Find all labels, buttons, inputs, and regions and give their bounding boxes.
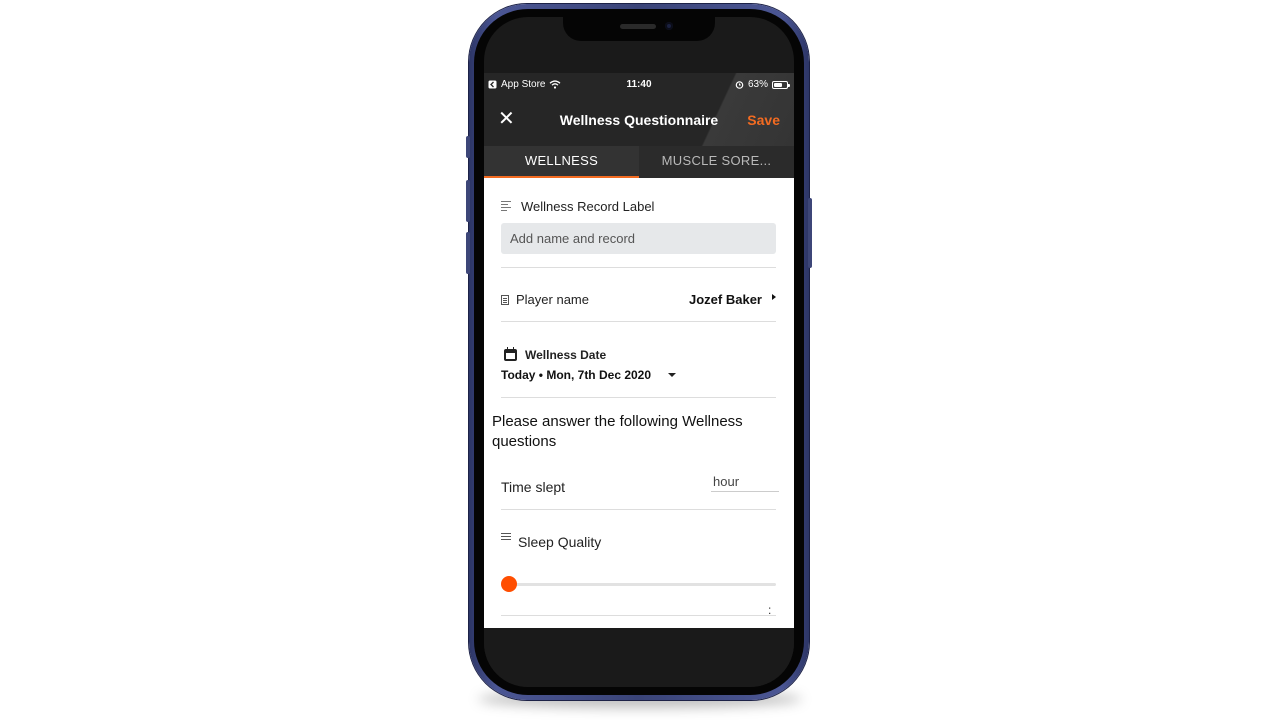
sleep-quality-slider-track[interactable] bbox=[501, 583, 776, 586]
wellness-date-value[interactable]: Today • Mon, 7th Dec 2020 bbox=[501, 368, 651, 382]
divider bbox=[501, 267, 776, 268]
tab-bar: WELLNESS MUSCLE SORE... bbox=[484, 146, 794, 178]
time-slept-input[interactable]: hour bbox=[711, 474, 779, 492]
player-name-value[interactable]: Jozef Baker bbox=[689, 292, 762, 307]
alarm-icon bbox=[735, 81, 744, 89]
player-name-label: Player name bbox=[516, 292, 589, 307]
calendar-icon bbox=[504, 347, 517, 361]
save-button[interactable]: Save bbox=[747, 112, 780, 128]
time-slept-label: Time slept bbox=[501, 479, 566, 495]
notch bbox=[563, 17, 715, 41]
wellness-date-label: Wellness Date bbox=[525, 348, 607, 362]
record-label: Wellness Record Label bbox=[521, 199, 655, 214]
chevron-right-icon[interactable] bbox=[772, 294, 776, 300]
caret-down-icon[interactable] bbox=[668, 373, 676, 377]
sleep-quality-slider-thumb[interactable] bbox=[501, 576, 517, 592]
divider bbox=[501, 509, 776, 510]
divider bbox=[501, 397, 776, 398]
phone-screen: App Store 11:40 63% ✕ Wellness Questionn… bbox=[484, 17, 794, 687]
side-button-power bbox=[808, 198, 812, 268]
battery-icon bbox=[772, 80, 790, 89]
front-camera bbox=[665, 22, 673, 30]
speaker bbox=[620, 24, 656, 29]
status-bar: App Store 11:40 63% bbox=[484, 73, 794, 95]
questions-prompt: Please answer the following Wellness que… bbox=[492, 413, 743, 450]
divider bbox=[501, 321, 776, 322]
side-button-volume-down bbox=[466, 232, 470, 274]
side-button-mute bbox=[466, 136, 470, 158]
side-button-volume-up bbox=[466, 180, 470, 222]
tab-wellness[interactable]: WELLNESS bbox=[484, 146, 639, 178]
title-bar: ✕ Wellness Questionnaire Save bbox=[484, 103, 794, 137]
record-name-input[interactable]: Add name and record bbox=[501, 223, 776, 254]
battery-percent: 63% bbox=[747, 79, 768, 90]
text-lines-icon bbox=[501, 201, 511, 213]
document-icon bbox=[501, 295, 509, 305]
status-right: 63% bbox=[735, 79, 790, 90]
divider bbox=[501, 615, 776, 616]
sleep-quality-label: Sleep Quality bbox=[518, 534, 602, 550]
sliders-icon bbox=[501, 533, 511, 542]
tab-muscle-soreness[interactable]: MUSCLE SORE... bbox=[639, 146, 794, 178]
bottom-area bbox=[484, 628, 794, 687]
form-content: Wellness Record Label Add name and recor… bbox=[484, 178, 794, 628]
